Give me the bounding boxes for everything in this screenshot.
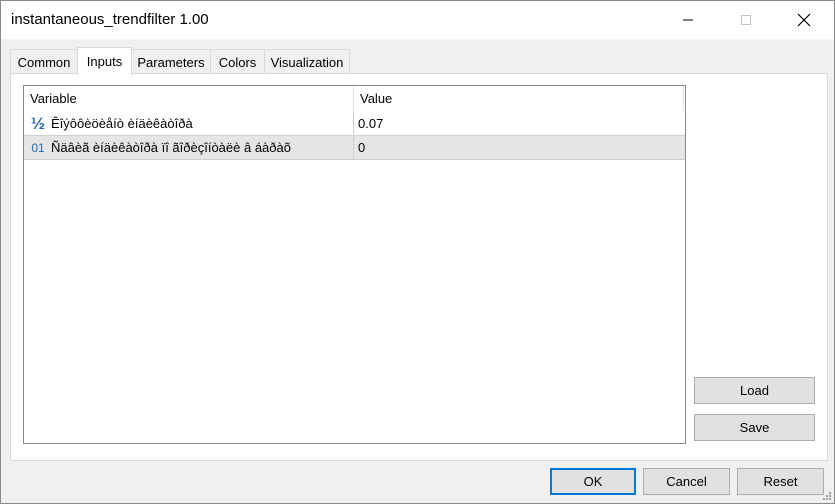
dialog-window: instantaneous_trendfilter 1.00 Common In… — [0, 0, 835, 504]
window-title: instantaneous_trendfilter 1.00 — [11, 11, 209, 28]
load-button[interactable]: Load — [694, 377, 815, 404]
integer-01-icon: 01 — [31, 140, 45, 155]
minimize-icon — [683, 19, 693, 21]
tab-visualization[interactable]: Visualization — [264, 49, 350, 74]
reset-button[interactable]: Reset — [737, 468, 824, 495]
save-button[interactable]: Save — [694, 414, 815, 441]
table-row[interactable]: 01 Ñäâèã èíäèêàòîðà ïî ãîðèçîíòàëè â áàð… — [24, 135, 685, 160]
column-header-value[interactable]: Value — [354, 86, 684, 111]
variable-name: Ñäâèã èíäèêàòîðà ïî ãîðèçîíòàëè â áàðàõ — [51, 140, 291, 155]
fraction-half-icon: ½ — [30, 113, 46, 133]
maximize-icon — [741, 15, 751, 25]
minimize-button[interactable] — [665, 1, 711, 39]
cancel-button[interactable]: Cancel — [643, 468, 730, 495]
column-divider[interactable] — [683, 86, 684, 111]
tab-inputs[interactable]: Inputs — [77, 47, 132, 75]
table-row[interactable]: ½ Êîýôôèöèåíò èíäèêàòîðà 0.07 — [24, 111, 685, 136]
tab-parameters[interactable]: Parameters — [131, 49, 211, 74]
maximize-button — [723, 1, 769, 39]
column-header-variable[interactable]: Variable — [24, 86, 354, 111]
tab-colors[interactable]: Colors — [210, 49, 265, 74]
close-icon — [797, 13, 811, 27]
variable-value[interactable]: 0 — [358, 135, 678, 160]
grid-header: Variable Value — [24, 86, 685, 111]
cell-divider — [353, 135, 354, 160]
inputs-panel: Variable Value ½ Êîýôôèöèåíò èíäèêàòîðà … — [10, 73, 828, 461]
inputs-grid[interactable]: Variable Value ½ Êîýôôèöèåíò èíäèêàòîðà … — [23, 85, 686, 444]
variable-value[interactable]: 0.07 — [358, 111, 678, 136]
ok-button[interactable]: OK — [550, 468, 636, 495]
resize-grip-icon[interactable] — [822, 491, 832, 501]
title-bar[interactable]: instantaneous_trendfilter 1.00 — [1, 1, 834, 39]
cell-divider — [353, 111, 354, 136]
variable-name: Êîýôôèöèåíò èíäèêàòîðà — [51, 116, 193, 131]
close-button[interactable] — [781, 1, 827, 39]
tab-common[interactable]: Common — [10, 49, 78, 74]
